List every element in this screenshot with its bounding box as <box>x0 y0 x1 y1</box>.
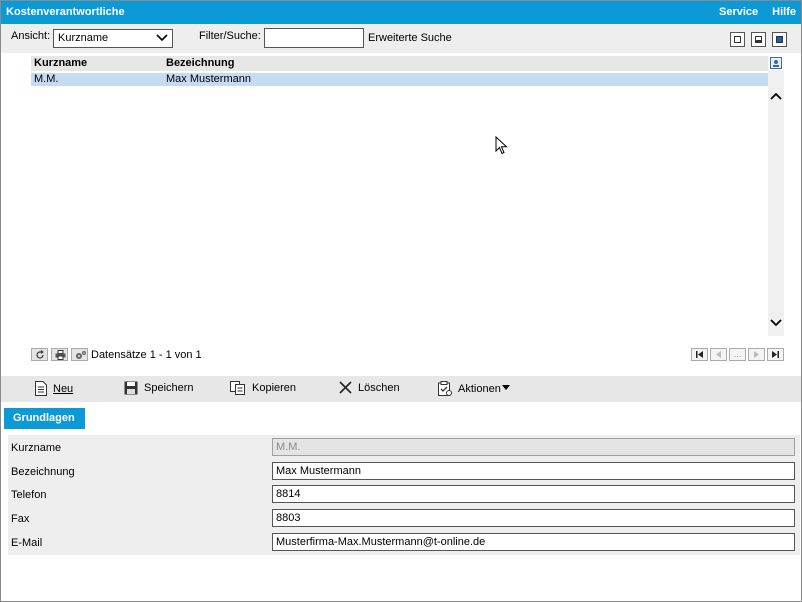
chevron-down-icon <box>156 34 168 42</box>
kurzname-label: Kurzname <box>11 442 62 454</box>
actions-menu-button[interactable]: Aktionen <box>438 381 510 396</box>
actions-label: Aktionen <box>458 383 510 395</box>
view-select[interactable]: Kurzname <box>53 29 173 48</box>
form-row-telefon: Telefon 8814 <box>8 482 800 506</box>
cell-kurzname: M.M. <box>34 73 59 85</box>
table-row[interactable]: M.M. Max Mustermann <box>31 73 768 86</box>
first-page-icon <box>696 351 703 358</box>
clipboard-icon <box>438 381 452 396</box>
column-header-bezeichnung[interactable]: Bezeichnung <box>166 57 234 69</box>
layout-buttons <box>730 32 787 47</box>
settings-icon <box>76 351 86 359</box>
cell-bezeichnung: Max Mustermann <box>166 73 251 85</box>
column-header-kurzname[interactable]: Kurzname <box>34 57 87 69</box>
form-row-fax: Fax 8803 <box>8 506 800 530</box>
bezeichnung-field[interactable]: Max Mustermann <box>272 462 795 480</box>
next-page-button[interactable] <box>748 348 765 361</box>
document-icon <box>35 381 47 396</box>
record-count: Datensätze 1 - 1 von 1 <box>91 349 202 361</box>
settings-button[interactable] <box>71 348 88 361</box>
layout-detail-icon[interactable] <box>772 32 787 47</box>
email-label: E-Mail <box>11 537 43 549</box>
form-row-bezeichnung: Bezeichnung Max Mustermann <box>8 459 800 483</box>
extended-search-link[interactable]: Erweiterte Suche <box>368 32 452 44</box>
delete-button[interactable]: Löschen <box>339 381 400 394</box>
telefon-label: Telefon <box>11 489 47 501</box>
new-button[interactable]: Neu <box>35 381 73 396</box>
title-bar: Kostenverantwortliche Service Hilfe <box>1 1 801 24</box>
fax-field[interactable]: 8803 <box>272 509 795 527</box>
first-page-button[interactable] <box>691 348 708 361</box>
bezeichnung-label: Bezeichnung <box>11 466 75 478</box>
prev-page-icon <box>716 351 721 358</box>
copy-button[interactable]: Kopieren <box>230 381 296 395</box>
copy-label: Kopieren <box>252 382 297 394</box>
view-select-value: Kurzname <box>58 32 109 44</box>
scroll-down-icon[interactable] <box>770 317 782 329</box>
print-icon <box>55 350 66 360</box>
search-input[interactable] <box>264 28 364 48</box>
save-button[interactable]: Speichern <box>124 381 194 395</box>
menu-service[interactable]: Service <box>719 6 758 18</box>
top-menu: Service Hilfe <box>719 6 796 18</box>
actions-label-text: Aktionen <box>458 382 501 395</box>
layout-list-icon[interactable] <box>730 32 745 47</box>
last-page-button[interactable] <box>767 348 784 361</box>
refresh-icon <box>36 350 44 359</box>
print-button[interactable] <box>51 348 68 361</box>
form-row-kurzname: Kurzname M.M. <box>8 435 800 459</box>
page-ellipsis[interactable]: ... <box>729 348 746 361</box>
new-label: Neu <box>53 382 74 395</box>
scroll-up-icon[interactable] <box>770 90 782 102</box>
form-row-email: E-Mail Musterfirma-Max.Mustermann@t-onli… <box>8 530 800 554</box>
grid-footer: Datensätze 1 - 1 von 1 ... <box>31 347 784 363</box>
detail-form: Kurzname M.M. Bezeichnung Max Mustermann… <box>8 435 800 555</box>
search-label: Filter/Suche: <box>199 30 261 42</box>
fax-label: Fax <box>11 513 30 525</box>
app-window: Kostenverantwortliche Service Hilfe Ansi… <box>0 0 802 602</box>
last-page-icon <box>772 351 779 358</box>
save-icon <box>124 381 138 395</box>
caret-down-icon <box>501 384 510 390</box>
save-label: Speichern <box>144 382 194 394</box>
vertical-scrollbar[interactable] <box>768 70 784 336</box>
view-label: Ansicht: <box>11 30 51 42</box>
menu-help[interactable]: Hilfe <box>772 6 796 18</box>
copy-icon <box>230 381 245 395</box>
close-icon <box>339 381 352 394</box>
tab-row: Grundlagen <box>1 402 801 430</box>
action-bar: Neu Speichern Kopieren Löschen Aktionen <box>1 376 801 402</box>
layout-split-icon[interactable] <box>751 32 766 47</box>
mouse-cursor-icon <box>495 136 508 155</box>
delete-label: Löschen <box>358 381 400 394</box>
window-title: Kostenverantwortliche <box>6 6 125 18</box>
export-icon[interactable] <box>770 57 782 69</box>
tab-grundlagen[interactable]: Grundlagen <box>4 408 85 429</box>
email-field[interactable]: Musterfirma-Max.Mustermann@t-online.de <box>272 533 795 551</box>
grid-header: Kurzname Bezeichnung <box>31 56 768 71</box>
refresh-button[interactable] <box>31 348 48 361</box>
prev-page-button[interactable] <box>710 348 727 361</box>
pager: ... <box>691 348 784 361</box>
filter-bar: Ansicht: Kurzname Filter/Suche: Erweiter… <box>1 24 801 53</box>
data-grid: Kurzname Bezeichnung M.M. Max Mustermann <box>31 56 784 336</box>
next-page-icon <box>754 351 759 358</box>
telefon-field[interactable]: 8814 <box>272 485 795 503</box>
kurzname-field: M.M. <box>272 438 795 456</box>
